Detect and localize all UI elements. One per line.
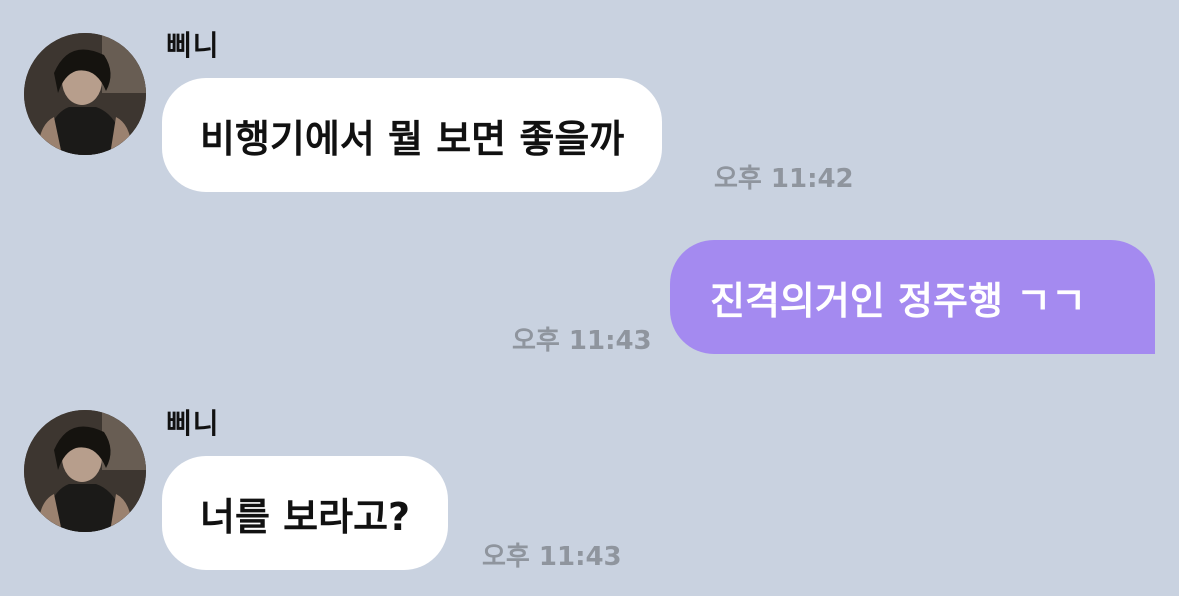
message-timestamp: 오후 11:42 (714, 164, 854, 194)
sender-name: 삐니 (166, 29, 220, 62)
message-text: 비행기에서 뭘 보면 좋을까 (200, 116, 625, 161)
message-text: 너를 보라고? (200, 494, 411, 539)
sender-avatar[interactable] (24, 410, 146, 532)
incoming-message-bubble[interactable]: 비행기에서 뭘 보면 좋을까 (162, 78, 663, 192)
sender-name: 삐니 (166, 407, 220, 440)
message-text: 진격의거인 정주행 ㄱㄱ (710, 278, 1087, 323)
outgoing-message-bubble[interactable]: 진격의거인 정주행 ㄱㄱ (670, 240, 1155, 354)
incoming-message-bubble[interactable]: 너를 보라고? (162, 456, 449, 570)
sender-avatar[interactable] (24, 33, 146, 155)
message-timestamp: 오후 11:43 (512, 326, 652, 356)
chat-thread: 삐니 비행기에서 뭘 보면 좋을까 오후 11:42 오후 11:43 진격의거… (0, 0, 1179, 596)
avatar-photo-icon (24, 33, 146, 155)
message-timestamp: 오후 11:43 (482, 542, 622, 572)
avatar-photo-icon (24, 410, 146, 532)
